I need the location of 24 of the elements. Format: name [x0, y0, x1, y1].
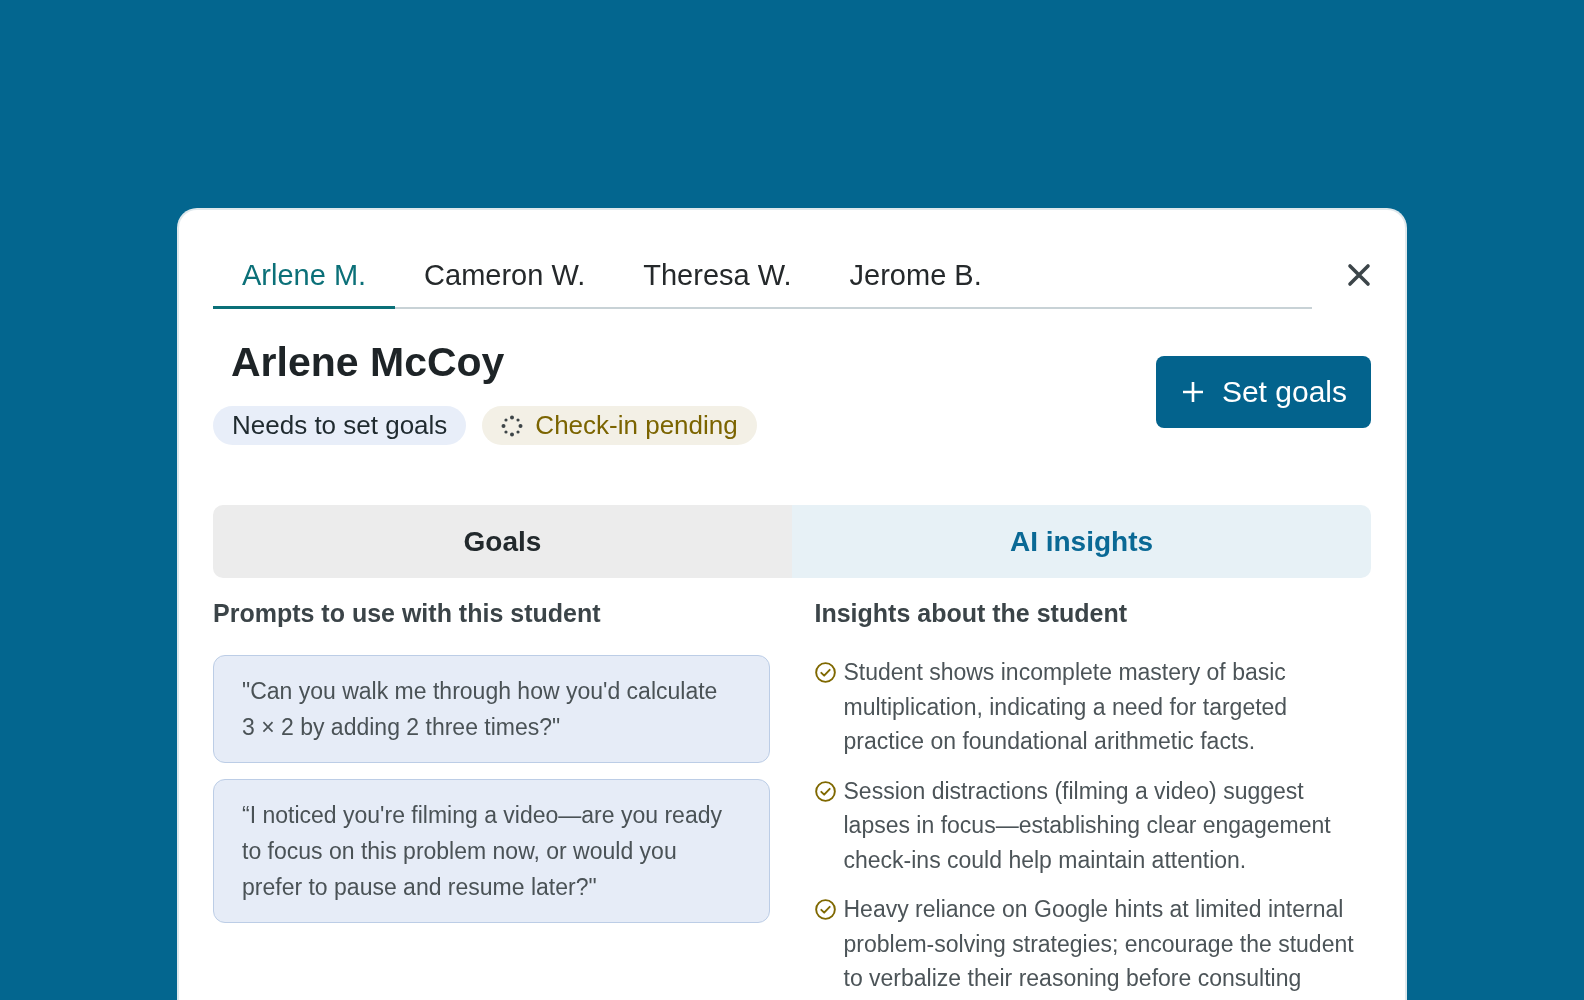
- insight-text: Session distractions (filming a video) suggest lapses in focus—establishing clear engagement check-ins could help maintain attention.: [843, 776, 1332, 875]
- check-circle-icon: [814, 899, 836, 920]
- section-heading: Insights about the student: [814, 598, 1128, 629]
- student-tab[interactable]: Jerome B.: [820, 240, 1011, 309]
- section-heading: Prompts to use with this student: [213, 598, 602, 629]
- close-icon: [1347, 262, 1371, 287]
- insight-text: Heavy reliance on Google hints at limited internal problem-solving strategies; encourage the student to verbalize their reasoning before consulting: [843, 895, 1355, 993]
- student-tab[interactable]: Theresa W.: [614, 240, 821, 309]
- check-circle-icon: [814, 662, 836, 683]
- view-tab[interactable]: Goals: [213, 505, 792, 578]
- insight-text: Student shows incomplete mastery of basic multiplication, indicating a need for targeted practice on foundational arithmetic facts.: [843, 658, 1289, 756]
- set-goals-button[interactable]: Set goals: [1155, 355, 1371, 428]
- close-button[interactable]: [1347, 262, 1371, 287]
- view-tab[interactable]: AI insights: [792, 505, 1371, 578]
- check-circle-icon: [814, 780, 836, 802]
- plus-icon: [1181, 380, 1204, 403]
- student-tab[interactable]: Arlene M.: [213, 240, 396, 309]
- student-tab[interactable]: Cameron W.: [395, 240, 615, 309]
- prompt-card: “I noticed you're filming a video—are you ready to focus on this problem now, or would you prefer to pause and resume later?": [213, 779, 770, 923]
- tag-label: Needs to set goals: [232, 410, 448, 441]
- student-name: Arlene McCoy: [231, 338, 505, 386]
- tag-label: Check-in pending: [535, 410, 738, 441]
- spinner-icon: [501, 414, 524, 437]
- prompt-card: "Can you walk me through how you'd calculate 3 × 2 by adding 2 three times?": [213, 655, 770, 763]
